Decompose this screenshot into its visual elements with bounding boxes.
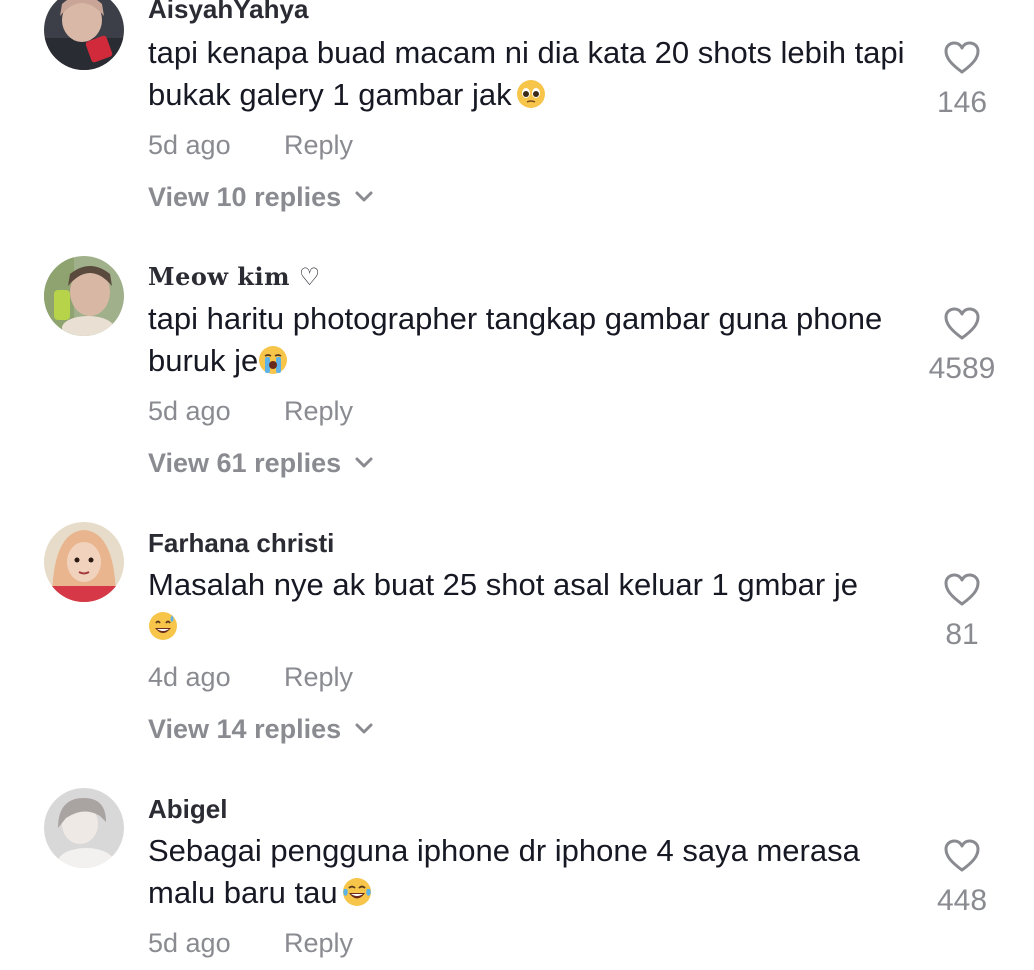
reply-button[interactable]: Reply [284,396,353,427]
avatar[interactable] [44,256,124,336]
like-count: 81 [945,618,979,651]
heart-icon [944,41,980,74]
timestamp: 5d ago [148,130,231,160]
comment-text: Sebagai pengguna iphone dr iphone 4 saya… [148,833,860,910]
reply-button[interactable]: Reply [284,662,353,693]
like-button[interactable]: 4589 [912,306,1012,386]
comment-text: tapi haritu photographer tangkap gambar … [148,301,883,378]
reply-button[interactable]: Reply [284,130,353,161]
pleading-face-emoji [516,79,546,109]
username[interactable]: AisyahYahya [148,0,308,25]
view-replies-button[interactable]: View 10 replies [148,182,375,213]
view-replies-label: View 14 replies [148,714,342,744]
tears-of-joy-emoji [342,877,372,907]
like-button[interactable]: 146 [912,40,1012,120]
chevron-down-icon [353,722,375,736]
chevron-down-icon [353,190,375,204]
avatar[interactable] [44,788,124,868]
comment-text: tapi kenapa buad macam ni dia kata 20 sh… [148,35,905,112]
avatar[interactable] [44,522,124,602]
timestamp: 5d ago [148,928,231,958]
comment-meta: 5d ago Reply [148,928,353,959]
username[interactable]: Meow kim ♡ [148,262,321,291]
chevron-down-icon [353,456,375,470]
username[interactable]: Abigel [148,794,227,825]
view-replies-label: View 10 replies [148,182,342,212]
loudly-crying-face-emoji [258,345,288,375]
like-count: 146 [936,86,988,119]
timestamp: 4d ago [148,662,231,692]
timestamp: 5d ago [148,396,231,426]
heart-icon [944,573,980,606]
like-button[interactable]: 81 [912,572,1012,652]
reply-button[interactable]: Reply [284,928,353,959]
like-count: 448 [936,884,988,917]
view-replies-label: View 61 replies [148,448,342,478]
username[interactable]: Farhana christi [148,528,334,559]
comment-meta: 4d ago Reply [148,662,353,693]
heart-icon [944,307,980,340]
like-count: 4589 [928,352,996,385]
view-replies-button[interactable]: View 61 replies [148,448,375,479]
heart-icon [944,839,980,872]
comment-text: Masalah nye ak buat 25 shot asal keluar … [148,564,918,648]
like-button[interactable]: 448 [912,838,1012,918]
grinning-sweat-emoji [148,611,178,641]
avatar[interactable] [44,0,124,70]
view-replies-button[interactable]: View 14 replies [148,714,375,745]
comment-meta: 5d ago Reply [148,396,353,427]
comment-meta: 5d ago Reply [148,130,353,161]
